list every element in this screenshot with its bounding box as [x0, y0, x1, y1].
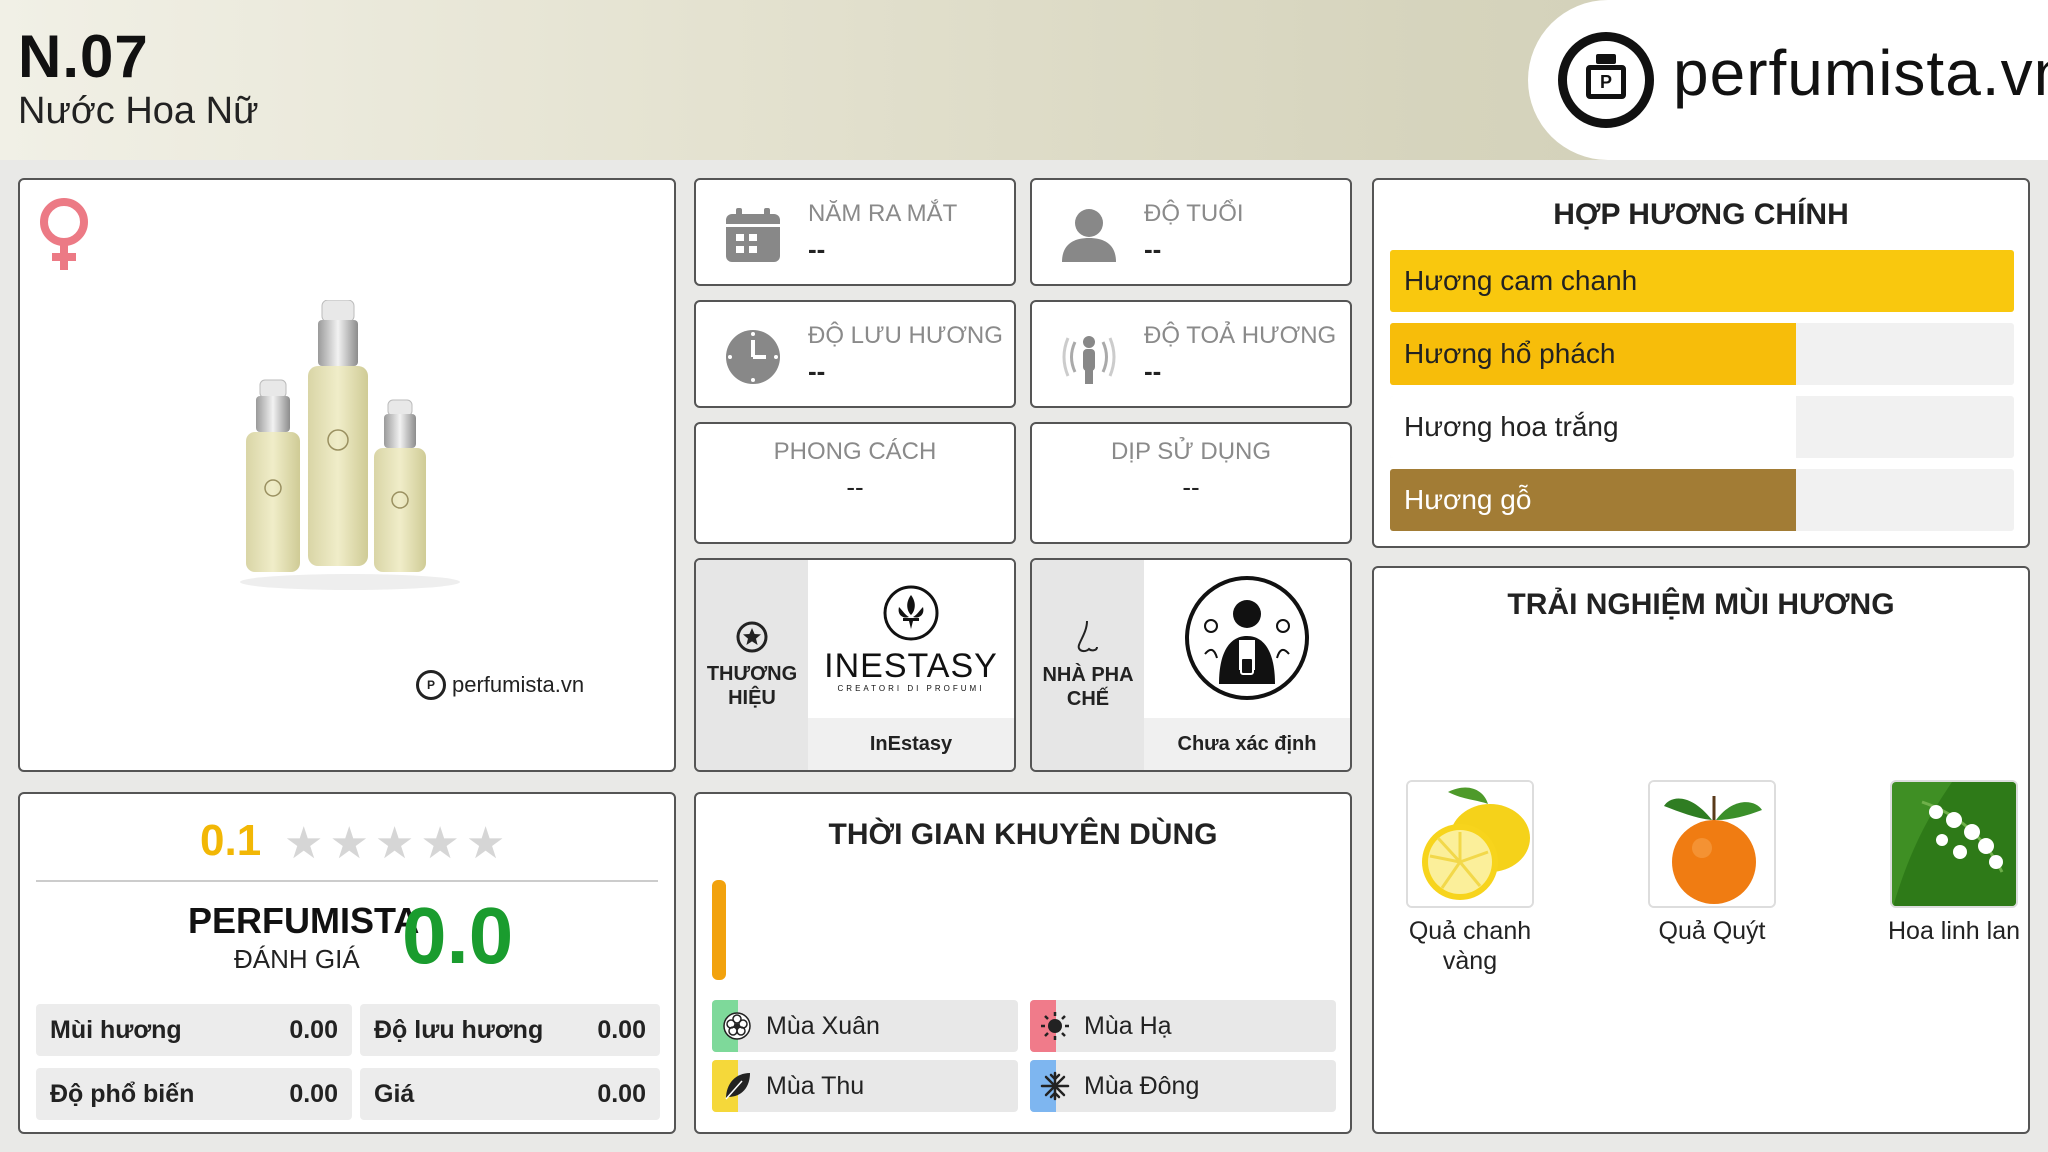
calendar-icon	[726, 208, 780, 262]
brand-label-column: THƯƠNG HIỆU	[696, 560, 808, 770]
accord-row: Hương gỗ	[1390, 469, 2014, 531]
perfumista-label: PERFUMISTA	[188, 900, 420, 941]
longevity-label: ĐỘ LƯU HƯƠNG	[808, 322, 1003, 349]
star-icon[interactable]: ★	[420, 822, 459, 866]
season-spring: Mùa Xuân	[712, 1000, 1018, 1052]
style-value: --	[846, 472, 864, 502]
metric-price: Giá 0.00	[360, 1068, 660, 1120]
accord-label: Hương hoa trắng	[1404, 411, 1619, 442]
accord-label: Hương gỗ	[1404, 484, 1532, 515]
experience-title: TRẢI NGHIỆM MÙI HƯƠNG	[1507, 588, 1895, 621]
star-icon[interactable]: ★	[375, 822, 414, 866]
community-rating-score: 0.1	[200, 816, 262, 865]
brand-label: THƯƠNG HIỆU	[706, 663, 798, 709]
brand-logo-text: INESTASY	[824, 647, 998, 685]
recommended-time-panel: THỜI GIAN KHUYÊN DÙNG Mùa Xuân Mùa Hạ Mù…	[694, 792, 1352, 1134]
tangerine-image	[1650, 782, 1774, 906]
main-accords-panel: HỢP HƯƠNG CHÍNH Hương cam chanh Hương hổ …	[1372, 178, 2030, 548]
accord-row: Hương hoa trắng	[1390, 396, 2014, 458]
experience-name: Hoa linh lan	[1887, 917, 2021, 945]
style-label: PHONG CÁCH	[773, 438, 937, 465]
age-label: ĐỘ TUỔI	[1144, 200, 1244, 227]
style-box: PHONG CÁCH --	[694, 422, 1016, 544]
perfumer-label: NHÀ PHA CHẾ	[1042, 664, 1134, 710]
lily-of-the-valley-image	[1892, 782, 2016, 906]
longevity-box: ĐỘ LƯU HƯƠNG --	[694, 300, 1016, 408]
leaf-icon	[725, 1073, 750, 1100]
star-rating[interactable]: ★ ★ ★ ★ ★	[284, 822, 505, 866]
accord-row: Hương cam chanh	[1390, 250, 2014, 312]
perfumer-avatar-icon	[1185, 576, 1309, 700]
accord-label: Hương cam chanh	[1404, 265, 1638, 296]
release-year-label: NĂM RA MẮT	[808, 200, 958, 227]
product-code: N.07	[18, 23, 149, 90]
age-value: --	[1144, 234, 1162, 264]
experience-name: Quả chanh vàng	[1408, 917, 1532, 975]
logo-bottle-icon: P	[1558, 32, 1654, 128]
release-year-box: NĂM RA MẮT --	[694, 178, 1016, 286]
header-bar: N.07 Nước Hoa Nữ P perfumista.vn	[0, 0, 2048, 160]
perfumer-name: Chưa xác định	[1144, 718, 1350, 770]
product-bottles-image	[240, 300, 460, 590]
release-year-value: --	[808, 234, 826, 264]
metric-longevity: Độ lưu hương 0.00	[360, 1004, 660, 1056]
clock-icon	[726, 330, 780, 384]
occasion-label: DỊP SỬ DỤNG	[1110, 438, 1272, 465]
season-autumn: Mùa Thu	[712, 1060, 1018, 1112]
brand-logo-subtext: CREATORI DI PROFUMI	[837, 684, 985, 693]
accords-title: HỢP HƯƠNG CHÍNH	[1553, 198, 1849, 231]
brand-box[interactable]: THƯƠNG HIỆU INESTASY CREATORI DI PROFUMI…	[694, 558, 1016, 772]
lemon-image	[1408, 782, 1532, 906]
season-summer: Mùa Hạ	[1030, 1000, 1336, 1052]
experience-name: Quả Quýt	[1658, 917, 1766, 945]
age-box: ĐỘ TUỔI --	[1030, 178, 1352, 286]
perfumer-label-column: NHÀ PHA CHẾ	[1032, 560, 1144, 770]
logo-text: perfumista.vn	[1673, 37, 2048, 109]
image-watermark: P perfumista.vn	[416, 670, 584, 700]
sillage-box: ĐỘ TOẢ HƯƠNG --	[1030, 300, 1352, 408]
experience-item-tangerine[interactable]: Quả Quýt	[1642, 780, 1782, 946]
accord-label: Hương hổ phách	[1404, 338, 1616, 369]
perfumer-avatar	[1144, 560, 1350, 716]
occasion-value: --	[1182, 472, 1200, 502]
seasons-title: THỜI GIAN KHUYÊN DÙNG	[828, 818, 1218, 851]
star-badge-icon	[736, 621, 768, 653]
site-logo[interactable]: P perfumista.vn	[1528, 0, 2048, 160]
person-icon	[1062, 209, 1116, 262]
star-icon[interactable]: ★	[329, 822, 368, 866]
accord-row: Hương hổ phách	[1390, 323, 2014, 385]
star-icon[interactable]: ★	[466, 822, 505, 866]
watermark-logo-icon: P	[416, 670, 446, 700]
time-of-day-bar	[712, 880, 726, 980]
product-image-panel: P perfumista.vn	[18, 178, 676, 772]
sillage-label: ĐỘ TOẢ HƯƠNG	[1144, 322, 1337, 349]
sillage-icon	[1062, 336, 1116, 384]
star-icon[interactable]: ★	[284, 822, 323, 866]
sillage-value: --	[1144, 356, 1162, 386]
longevity-value: --	[808, 356, 826, 386]
nose-icon	[1077, 620, 1098, 653]
rating-panel: 0.1 ★ ★ ★ ★ ★ PERFUMISTA ĐÁNH GIÁ 0.0 Mù…	[18, 792, 676, 1134]
brand-name: InEstasy	[808, 718, 1014, 770]
scent-experience-panel: TRẢI NGHIỆM MÙI HƯƠNG Quả chanh vàng Quả…	[1372, 566, 2030, 1134]
perfumista-score: 0.0	[402, 891, 514, 980]
female-icon	[40, 198, 88, 270]
metric-popularity: Độ phổ biến 0.00	[36, 1068, 352, 1120]
experience-item-lemon[interactable]: Quả chanh vàng	[1400, 780, 1540, 976]
product-subtitle: Nước Hoa Nữ	[18, 90, 259, 132]
sun-icon	[1041, 1012, 1069, 1040]
snowflake-icon	[1040, 1071, 1070, 1101]
occasion-box: DỊP SỬ DỤNG --	[1030, 422, 1352, 544]
perfumista-sublabel: ĐÁNH GIÁ	[234, 944, 360, 974]
flower-icon	[723, 1012, 751, 1040]
metric-scent: Mùi hương 0.00	[36, 1004, 352, 1056]
experience-item-lily-of-the-valley[interactable]: Hoa linh lan	[1884, 780, 2024, 946]
fleur-de-lis-icon	[883, 585, 939, 641]
perfumer-box[interactable]: NHÀ PHA CHẾ Chưa xác định	[1030, 558, 1352, 772]
rating-divider	[36, 880, 658, 882]
season-winter: Mùa Đông	[1030, 1060, 1336, 1112]
brand-logo: INESTASY CREATORI DI PROFUMI	[808, 560, 1014, 716]
